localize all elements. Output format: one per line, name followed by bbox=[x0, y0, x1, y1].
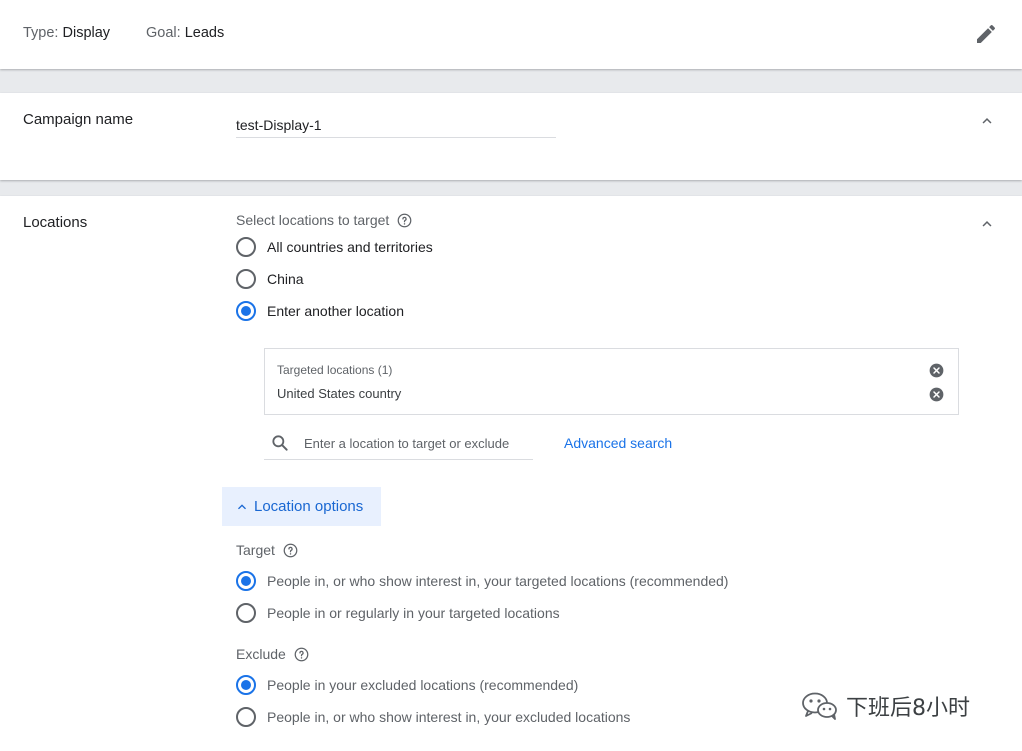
targeted-locations-header: Targeted locations (1) bbox=[277, 363, 393, 377]
exclude-text: Exclude bbox=[236, 646, 286, 662]
target-option-presence[interactable]: People in or regularly in your targeted … bbox=[236, 603, 560, 623]
campaign-type: Type: Display bbox=[23, 25, 110, 41]
location-option-china[interactable]: China bbox=[236, 269, 304, 289]
location-options-toggle[interactable]: Location options bbox=[222, 487, 381, 526]
type-value: Display bbox=[62, 25, 111, 41]
location-options-label: Location options bbox=[254, 498, 364, 515]
exclude-option-presence[interactable]: People in your excluded locations (recom… bbox=[236, 675, 578, 695]
search-icon bbox=[272, 435, 288, 451]
radio-button[interactable] bbox=[236, 603, 256, 623]
radio-button-selected[interactable] bbox=[236, 675, 256, 695]
radio-label: Enter another location bbox=[267, 303, 404, 319]
select-locations-label: Select locations to target bbox=[236, 212, 412, 228]
location-search bbox=[264, 428, 533, 460]
watermark: 下班后8小时 bbox=[800, 690, 970, 722]
radio-label: All countries and territories bbox=[267, 239, 433, 255]
radio-label: People in your excluded locations (recom… bbox=[267, 677, 579, 693]
pencil-icon[interactable] bbox=[974, 22, 998, 46]
radio-button[interactable] bbox=[236, 707, 256, 727]
radio-label: People in, or who show interest in, your… bbox=[267, 573, 729, 589]
chevron-up-icon[interactable] bbox=[978, 215, 996, 233]
campaign-name-title: Campaign name bbox=[23, 111, 134, 128]
targeted-locations-box: Targeted locations (1) United States cou… bbox=[264, 348, 959, 415]
targeted-location-item: United States country bbox=[277, 386, 402, 401]
campaign-name-section: Campaign name bbox=[0, 93, 1022, 180]
help-icon[interactable] bbox=[397, 213, 412, 228]
campaign-summary-bar: Type: Display Goal: Leads bbox=[0, 0, 1022, 69]
wechat-icon bbox=[802, 692, 837, 720]
exclude-label: Exclude bbox=[236, 646, 309, 662]
radio-button-selected[interactable] bbox=[236, 301, 256, 321]
target-label: Target bbox=[236, 542, 298, 558]
goal-value: Leads bbox=[184, 25, 225, 41]
exclude-option-interest[interactable]: People in, or who show interest in, your… bbox=[236, 707, 630, 727]
campaign-goal: Goal: Leads bbox=[146, 25, 224, 41]
locations-section: Locations Select locations to target All… bbox=[0, 196, 1022, 751]
locations-title: Locations bbox=[23, 214, 88, 231]
radio-button-selected[interactable] bbox=[236, 571, 256, 591]
chevron-up-icon bbox=[238, 503, 246, 509]
target-option-interest[interactable]: People in, or who show interest in, your… bbox=[236, 571, 728, 591]
advanced-search-link[interactable]: Advanced search bbox=[564, 435, 672, 451]
radio-label: People in, or who show interest in, your… bbox=[267, 709, 631, 725]
remove-location-icon[interactable] bbox=[929, 387, 944, 402]
goal-label: Goal: bbox=[146, 25, 181, 41]
location-option-another[interactable]: Enter another location bbox=[236, 301, 404, 321]
radio-label: China bbox=[267, 271, 304, 287]
radio-button[interactable] bbox=[236, 237, 256, 257]
location-search-input[interactable] bbox=[304, 432, 529, 454]
radio-button[interactable] bbox=[236, 269, 256, 289]
radio-label: People in or regularly in your targeted … bbox=[267, 605, 560, 621]
campaign-name-input[interactable] bbox=[236, 112, 556, 138]
help-icon[interactable] bbox=[283, 543, 298, 558]
chevron-up-icon[interactable] bbox=[978, 112, 996, 130]
location-option-all[interactable]: All countries and territories bbox=[236, 237, 433, 257]
select-locations-text: Select locations to target bbox=[236, 212, 390, 228]
watermark-text: 下班后8小时 bbox=[846, 696, 970, 721]
type-label: Type: bbox=[23, 25, 59, 41]
help-icon[interactable] bbox=[294, 647, 309, 662]
target-text: Target bbox=[236, 542, 275, 558]
remove-all-icon[interactable] bbox=[929, 363, 944, 378]
